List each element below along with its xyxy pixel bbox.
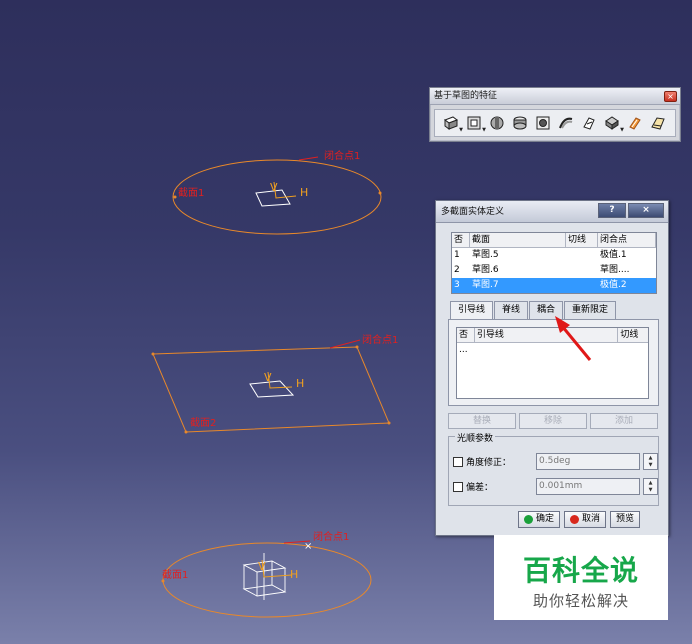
watermark-logo: 百科全说 助你轻松解决 — [494, 535, 668, 620]
watermark-main-text: 百科全说 — [522, 554, 639, 587]
watermark-sub-text: 助你轻松解决 — [532, 592, 629, 610]
